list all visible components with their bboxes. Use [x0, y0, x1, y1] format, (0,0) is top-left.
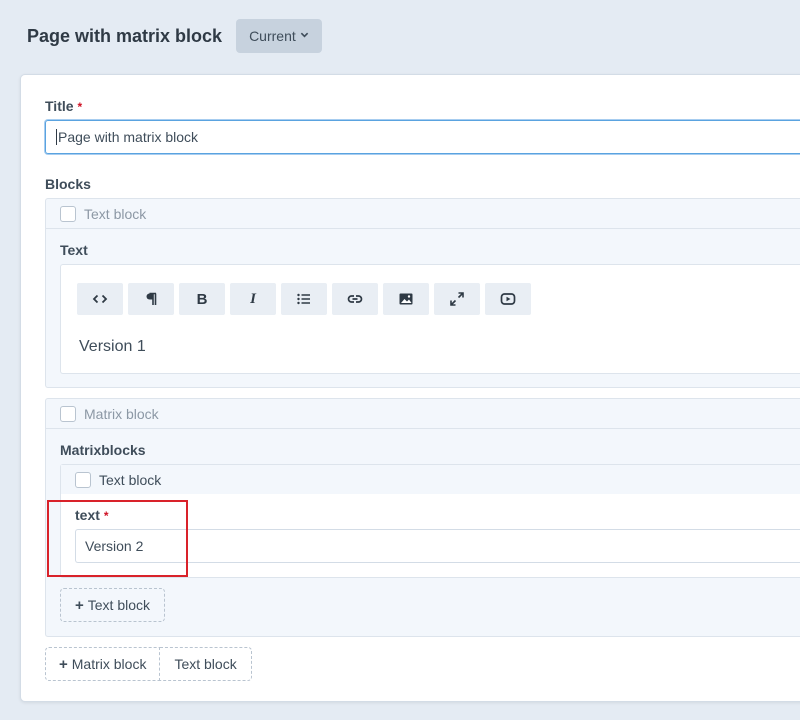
- editor-content[interactable]: Version 1: [79, 338, 146, 356]
- bold-icon: B: [196, 290, 208, 308]
- matrix-block-checkbox[interactable]: [60, 405, 76, 422]
- bullet-list-button[interactable]: [281, 283, 327, 315]
- add-text-block-top-label: Text block: [174, 656, 237, 672]
- video-icon: [500, 293, 516, 305]
- matrix-block-type-label: Matrix block: [84, 405, 159, 422]
- blocks-label: Blocks: [45, 176, 91, 192]
- editor-toolbar: B I: [77, 283, 536, 315]
- add-text-block-top-button[interactable]: Text block: [160, 647, 252, 681]
- text-block-checkbox[interactable]: [60, 205, 76, 222]
- plus-icon: +: [59, 655, 68, 673]
- required-mark: *: [77, 100, 83, 114]
- chevron-down-icon: [300, 30, 309, 42]
- text-block: Text block Text B I Version 1: [45, 198, 800, 388]
- matrix-block: Matrix block Matrixblocks Text block tex…: [45, 398, 800, 637]
- add-text-block-label: Text block: [87, 597, 151, 613]
- plus-icon: +: [75, 596, 84, 614]
- italic-icon: I: [250, 290, 256, 307]
- fullscreen-button[interactable]: [434, 283, 480, 315]
- rich-text-editor[interactable]: B I Version 1: [60, 264, 800, 374]
- paragraph-icon: [146, 292, 157, 305]
- image-icon: [399, 293, 413, 305]
- required-mark: *: [103, 509, 109, 523]
- fullscreen-icon: [450, 292, 464, 306]
- matrix-block-header: Matrix block: [46, 399, 800, 429]
- link-button[interactable]: [332, 283, 378, 315]
- revision-dropdown[interactable]: Current: [236, 19, 322, 53]
- title-label-text: Title: [45, 98, 74, 114]
- page-header: Page with matrix block Current: [27, 19, 322, 53]
- italic-button[interactable]: I: [230, 283, 276, 315]
- inner-text-label-text: text: [75, 507, 100, 523]
- inner-text-block-type-label: Text block: [99, 471, 162, 488]
- inner-text-block-checkbox[interactable]: [75, 471, 91, 488]
- title-input[interactable]: Page with matrix block: [45, 120, 800, 154]
- add-block-buttons: + Matrix block Text block: [45, 647, 252, 681]
- add-matrix-block-label: Matrix block: [71, 656, 147, 672]
- revision-label: Current: [249, 28, 296, 44]
- inner-text-block-header: Text block: [61, 465, 800, 494]
- bullet-list-icon: [297, 293, 310, 305]
- add-text-block-button[interactable]: + Text block: [60, 588, 166, 622]
- code-icon: [92, 294, 108, 304]
- image-button[interactable]: [383, 283, 429, 315]
- inner-text-input-value: Version 2: [85, 538, 144, 554]
- inner-text-input[interactable]: Version 2: [75, 529, 800, 563]
- code-button[interactable]: [77, 283, 123, 315]
- text-field-label: Text: [60, 242, 88, 258]
- page-title: Page with matrix block: [27, 25, 223, 46]
- inner-text-field-label: text *: [75, 507, 109, 523]
- paragraph-button[interactable]: [128, 283, 174, 315]
- title-field-label: Title *: [45, 98, 82, 114]
- text-block-header: Text block: [46, 199, 800, 229]
- title-input-value: Page with matrix block: [58, 129, 199, 145]
- text-caret: [56, 129, 57, 145]
- inner-text-block: Text block text * Version 2: [60, 464, 800, 578]
- bold-button[interactable]: B: [179, 283, 225, 315]
- add-matrix-block-button[interactable]: + Matrix block: [45, 647, 161, 681]
- entry-panel: Title * Page with matrix block Blocks Tex…: [20, 74, 800, 702]
- matrixblocks-field-label: Matrixblocks: [60, 442, 146, 458]
- video-button[interactable]: [485, 283, 531, 315]
- link-icon: [347, 295, 363, 303]
- text-block-type-label: Text block: [84, 205, 147, 222]
